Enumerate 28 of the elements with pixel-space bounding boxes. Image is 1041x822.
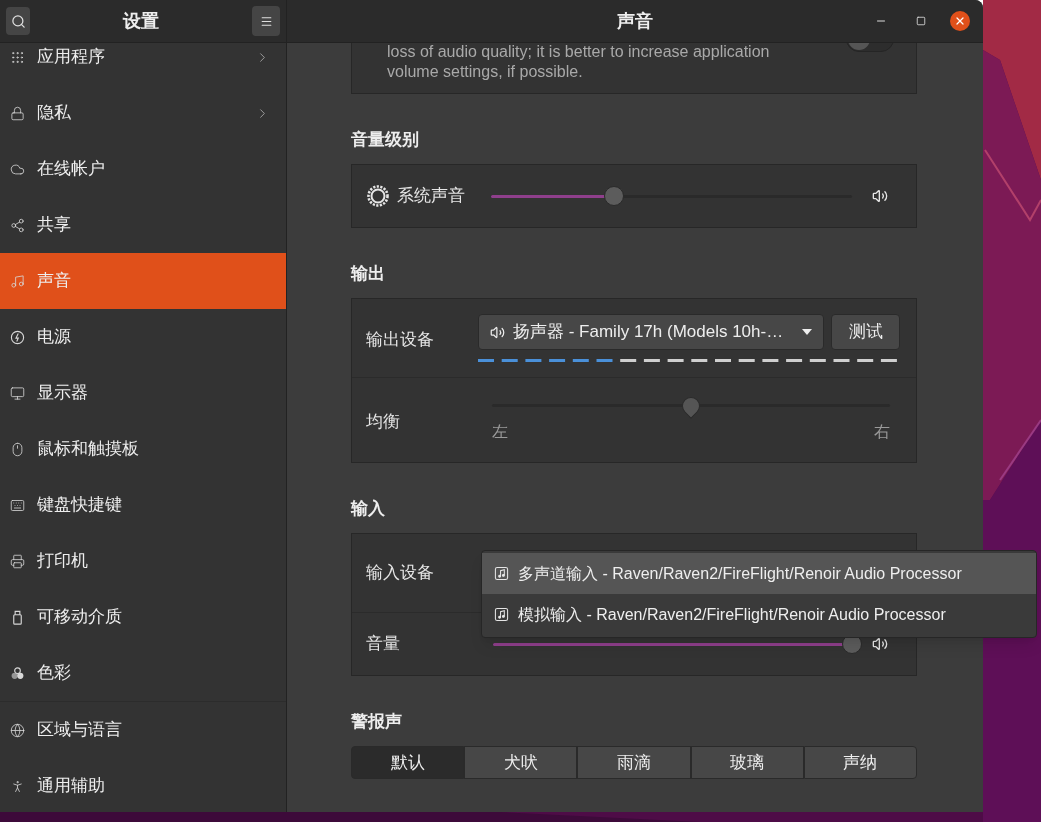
row-label: 均衡	[366, 411, 401, 433]
window-title: 声音	[617, 9, 653, 33]
row-label: 系统声音	[397, 185, 466, 208]
scale-label: 左	[492, 422, 508, 442]
sidebar-label: 打印机	[37, 550, 89, 573]
sidebar-label: 键盘快捷键	[37, 494, 123, 517]
sidebar-label: 在线帐户	[37, 158, 106, 181]
section-heading: 输出	[351, 263, 386, 285]
sidebar-label: 区域与语言	[37, 719, 123, 742]
sidebar-label: 通用辅助	[37, 775, 106, 798]
row-label: 音量	[366, 633, 401, 656]
sidebar-label: 共享	[37, 214, 72, 237]
sidebar-label: 鼠标和触摸板	[37, 438, 140, 461]
sidebar-label: 显示器	[37, 382, 89, 405]
notice-text: loss of audio quality; it is better to increase application volume settings, if possible.	[386, 43, 771, 82]
sidebar-label: 电源	[37, 326, 72, 349]
sidebar-label: 色彩	[37, 662, 72, 685]
scale-label: 右	[874, 422, 890, 442]
sidebar-title: 设置	[121, 9, 160, 33]
section-heading: 警报声	[351, 711, 403, 733]
row-label: 输入设备	[366, 562, 434, 585]
sidebar-label: 声音	[37, 270, 72, 293]
sidebar-label: 应用程序	[37, 46, 106, 69]
sidebar-label: 隐私	[37, 102, 72, 125]
section-heading: 音量级别	[351, 129, 420, 151]
row-label: 输出设备	[366, 329, 435, 351]
section-heading: 输入	[351, 498, 386, 520]
sidebar-label: 可移动介质	[37, 606, 123, 629]
